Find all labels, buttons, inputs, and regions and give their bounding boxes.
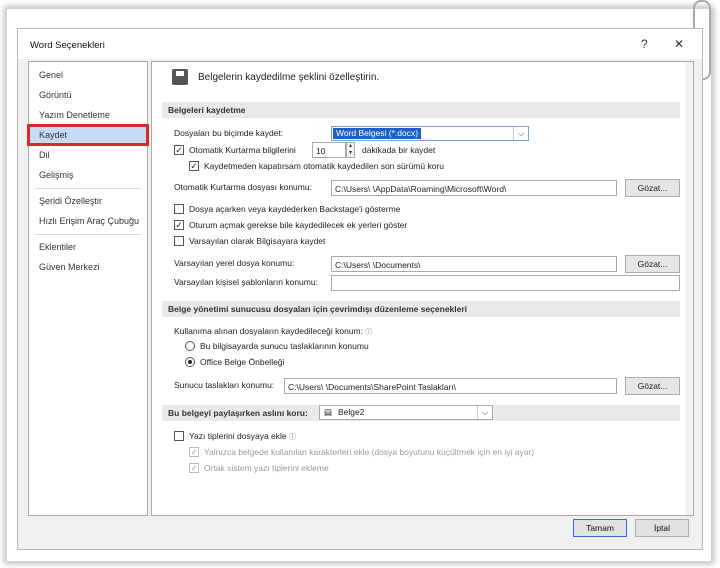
no-backstage-label: Dosya açarken veya kaydederken Backstage… (189, 204, 401, 214)
save-location-label: Kullanıma alınan dosyaların kaydedileceğ… (174, 326, 373, 336)
show-more-locations-checkbox[interactable]: ✓ (174, 220, 184, 230)
sidebar-item-gelismis[interactable]: Gelişmiş (29, 166, 147, 184)
show-more-locations-label: Oturum açmak gerekse bile kaydedilecek e… (189, 220, 408, 230)
save-to-computer-label: Varsayılan olarak Bilgisayara kaydet (189, 236, 326, 246)
templates-location-input[interactable] (331, 275, 680, 291)
default-local-location-label: Varsayılan yerel dosya konumu: (174, 258, 295, 268)
save-format-dropdown[interactable]: Word Belgesi (*.docx) ⌵ (331, 126, 529, 141)
content-scrollbar[interactable] (685, 62, 693, 515)
sidebar-item-hizli-erisim[interactable]: Hızlı Erişim Araç Çubuğu (29, 212, 147, 230)
embed-fonts-checkbox[interactable] (174, 431, 184, 441)
info-icon: ⓘ (289, 434, 297, 441)
default-local-location-input[interactable]: C:\Users\ \Documents\ (331, 256, 617, 272)
sidebar-item-guven-merkezi[interactable]: Güven Merkezi (29, 258, 147, 276)
title-bar: Word Seçenekleri ? ✕ (18, 29, 702, 59)
sidebar-item-goruntu[interactable]: Görüntü (29, 86, 147, 104)
browse-autorecover-button[interactable]: Gözat... (625, 179, 680, 197)
office-cache-radio[interactable] (185, 357, 195, 367)
no-common-fonts-checkbox: ✓ (189, 463, 199, 473)
word-options-dialog: Word Seçenekleri ? ✕ Genel Görüntü Yazım… (17, 28, 703, 550)
cancel-button[interactable]: İptal (635, 519, 689, 537)
autorecover-checkbox[interactable]: ✓ (174, 145, 184, 155)
floppy-disk-icon (172, 69, 188, 85)
templates-location-label: Varsayılan kişisel şablonların konumu: (174, 277, 318, 287)
sidebar-item-yazim-denetleme[interactable]: Yazım Denetleme (29, 106, 147, 124)
chevron-down-icon: ⌵ (513, 127, 528, 140)
save-to-computer-checkbox[interactable] (174, 236, 184, 246)
browse-drafts-button[interactable]: Gözat... (625, 377, 680, 395)
sidebar-item-eklentiler[interactable]: Eklentiler (29, 238, 147, 256)
sidebar-item-dil[interactable]: Dil (29, 146, 147, 164)
no-common-fonts-label: Ortak sistem yazı tiplerini ekleme (204, 463, 329, 473)
fidelity-document-dropdown[interactable]: ▤ Belge2 ⌵ (319, 405, 493, 420)
sidebar-item-genel[interactable]: Genel (29, 66, 147, 84)
help-button[interactable]: ? (641, 37, 648, 51)
save-format-label: Dosyaları bu biçimde kaydet: (174, 128, 284, 138)
browse-local-button[interactable]: Gözat... (625, 255, 680, 273)
minutes-stepper[interactable]: ▴ ▾ (346, 142, 355, 158)
autorecover-location-input[interactable]: C:\Users\ \AppData\Roaming\Microsoft\Wor… (331, 180, 617, 196)
office-cache-radio-label: Office Belge Önbelleği (200, 357, 285, 367)
preserve-fidelity-label: Bu belgeyi paylaşırken aslını koru: (168, 408, 308, 418)
save-format-value: Word Belgesi (*.docx) (333, 128, 422, 139)
keep-last-version-checkbox[interactable]: ✓ (189, 161, 199, 171)
page-heading: Belgelerin kaydedilme şeklini özelleştir… (198, 72, 380, 83)
section-offline-editing: Belge yönetimi sunucusu dosyaları için ç… (162, 301, 680, 317)
autorecover-suffix: dakikada bir kaydet (362, 145, 436, 155)
no-backstage-checkbox[interactable] (174, 204, 184, 214)
options-sidebar: Genel Görüntü Yazım Denetleme Kaydet Dil… (27, 61, 149, 516)
server-drafts-location-label: Sunucu taslakları konumu: (174, 380, 275, 390)
sidebar-divider (35, 188, 141, 189)
embed-fonts-label: Yazı tiplerini dosyaya ekle ⓘ (189, 431, 297, 441)
embed-used-chars-label: Yalnızca belgede kullanılan karakterleri… (204, 447, 535, 457)
close-button[interactable]: ✕ (674, 37, 684, 51)
section-save-documents: Belgeleri kaydetme (162, 102, 680, 118)
autorecover-minutes-input[interactable]: 10 (312, 142, 346, 158)
server-drafts-radio-label: Bu bilgisayarda sunucu taslaklarının kon… (200, 341, 369, 351)
server-drafts-location-input[interactable]: C:\Users\ \Documents\SharePoint Taslakla… (284, 378, 617, 394)
autorecover-location-label: Otomatik Kurtarma dosyası konumu: (174, 182, 312, 192)
sidebar-item-kaydet[interactable]: Kaydet (27, 124, 149, 146)
dialog-title: Word Seçenekleri (30, 40, 105, 51)
sidebar-divider (35, 234, 141, 235)
server-drafts-radio[interactable] (185, 341, 195, 351)
chevron-down-icon: ⌵ (477, 406, 492, 419)
keep-last-version-label: Kaydetmeden kapatırsam otomatik kaydedil… (204, 161, 445, 171)
autorecover-label: Otomatik Kurtarma bilgilerini (189, 145, 296, 155)
document-icon: ▤ (324, 407, 333, 417)
fidelity-document-value: Belge2 (338, 407, 365, 417)
options-content: Belgelerin kaydedilme şeklini özelleştir… (151, 61, 694, 516)
info-icon: ⓘ (365, 329, 373, 336)
sidebar-item-seridi-ozellestir[interactable]: Şeridi Özelleştir (29, 192, 147, 210)
ok-button[interactable]: Tamam (573, 519, 627, 537)
embed-used-chars-checkbox: ✓ (189, 447, 199, 457)
